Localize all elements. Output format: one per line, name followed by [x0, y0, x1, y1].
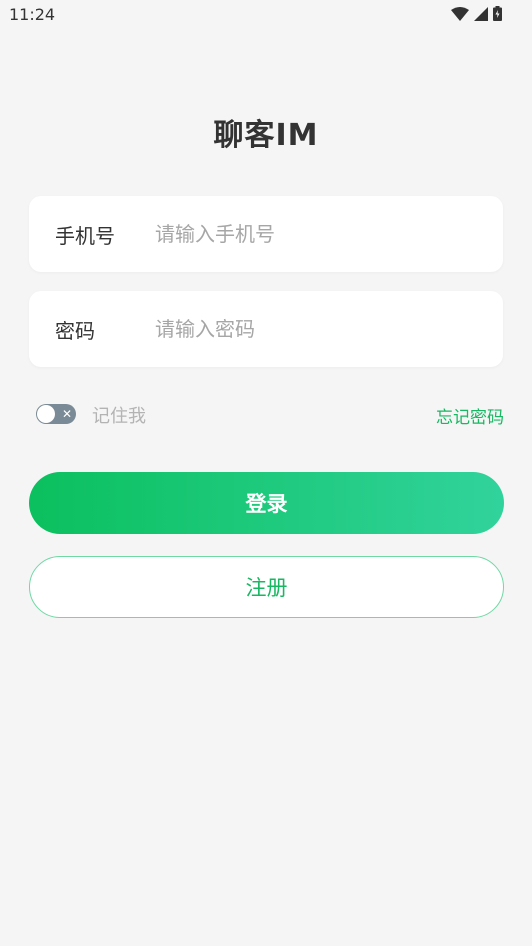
status-time: 11:24: [9, 5, 56, 24]
app-title: 聊客IM: [213, 118, 319, 153]
status-bar: 11:24: [0, 0, 532, 30]
password-field-card: 密码: [29, 291, 503, 367]
password-input[interactable]: [155, 309, 475, 349]
cellular-signal-icon: [474, 6, 488, 21]
remember-row: ✕ 记住我 忘记密码: [36, 400, 504, 428]
register-button[interactable]: 注册: [29, 556, 504, 618]
phone-input[interactable]: [155, 214, 475, 254]
phone-field-label: 手机号: [55, 224, 115, 248]
phone-field-card: 手机号: [29, 196, 503, 272]
battery-charging-icon: [493, 6, 502, 21]
remember-me-toggle[interactable]: ✕: [36, 404, 76, 424]
status-icons: [451, 6, 502, 21]
remember-me-label[interactable]: 记住我: [92, 402, 146, 428]
forgot-password-link[interactable]: 忘记密码: [436, 403, 504, 428]
password-field-label: 密码: [55, 319, 95, 343]
login-button[interactable]: 登录: [29, 472, 504, 534]
toggle-off-x-icon: ✕: [61, 407, 72, 421]
wifi-icon: [451, 6, 469, 21]
toggle-knob: [37, 405, 55, 423]
